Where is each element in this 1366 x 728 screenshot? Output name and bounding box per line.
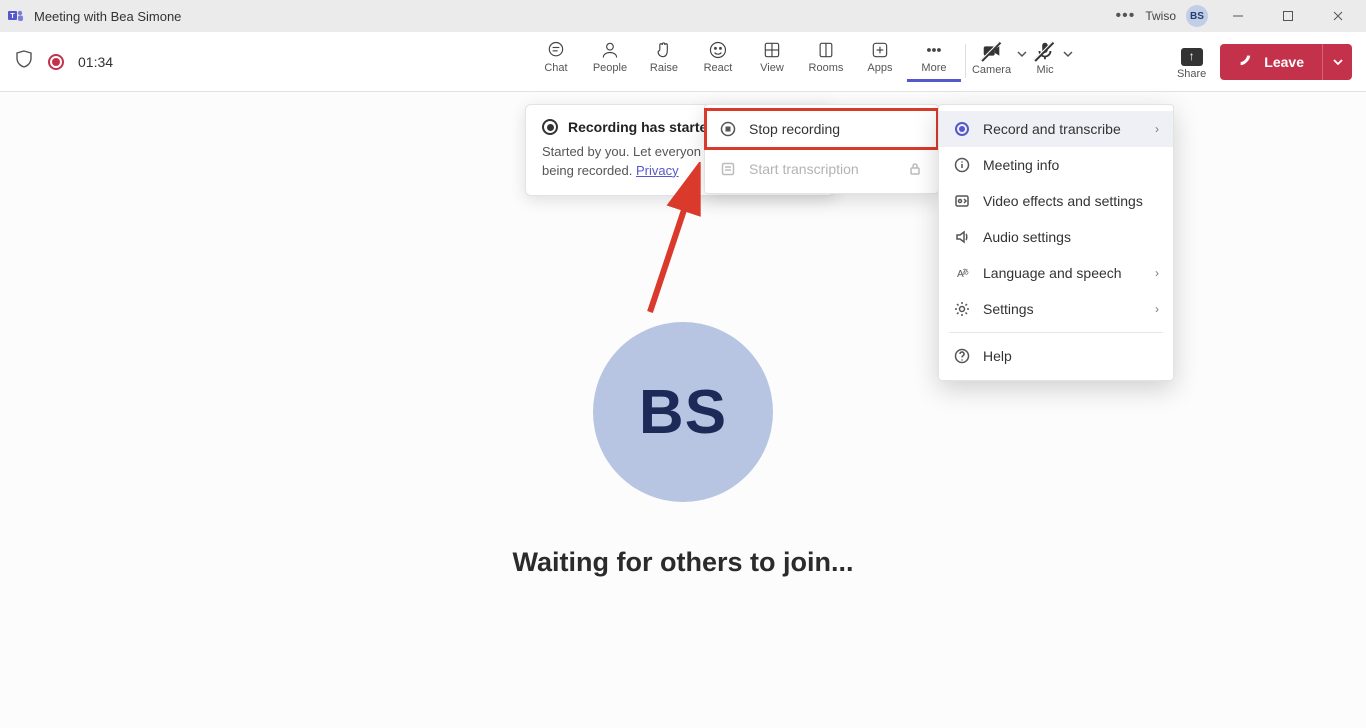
title-bar: T Meeting with Bea Simone ••• Twiso BS [0,0,1366,32]
recording-indicator-icon[interactable] [48,54,64,70]
titlebar-more-icon[interactable]: ••• [1116,7,1136,25]
camera-off-icon [980,40,1004,62]
emoji-icon [708,40,728,60]
audio-icon [953,228,971,246]
leave-button-group: Leave [1220,44,1352,80]
waiting-text: Waiting for others to join... [513,547,854,578]
leave-dropdown[interactable] [1322,44,1352,80]
more-record-transcribe[interactable]: Record and transcribe › [939,111,1173,147]
mic-chevron[interactable] [1057,38,1079,60]
shield-icon[interactable] [14,49,34,74]
stop-icon [719,120,737,138]
mic-button[interactable]: Mic [1033,38,1057,76]
view-grid-icon [762,40,782,60]
language-icon: Aあ [953,264,971,282]
more-language-speech[interactable]: Aあ Language and speech › [939,255,1173,291]
lock-icon [906,160,924,178]
window-title: Meeting with Bea Simone [34,9,181,24]
more-button[interactable]: More [907,38,961,82]
more-help[interactable]: Help [939,338,1173,374]
toolbar-divider [965,44,966,78]
react-button[interactable]: React [691,38,745,74]
gear-icon [953,300,971,318]
view-button[interactable]: View [745,38,799,74]
transcript-icon [719,160,737,178]
meeting-toolbar: 01:34 Chat People Raise React View Rooms [0,32,1366,92]
chat-button[interactable]: Chat [529,38,583,74]
apps-icon [870,40,890,60]
meeting-stage: BS Waiting for others to join... Recordi… [0,92,1366,728]
rooms-icon [816,40,836,60]
chevron-right-icon: › [1155,122,1159,136]
people-button[interactable]: People [583,38,637,74]
meeting-timer: 01:34 [78,54,113,70]
maximize-button[interactable] [1268,2,1308,30]
chevron-right-icon: › [1155,266,1159,280]
more-video-effects[interactable]: Video effects and settings [939,183,1173,219]
rooms-button[interactable]: Rooms [799,38,853,74]
people-icon [600,40,620,60]
record-circle-icon [542,119,558,135]
more-meeting-info[interactable]: Meeting info [939,147,1173,183]
more-menu: Record and transcribe › Meeting info Vid… [938,104,1174,381]
svg-text:T: T [10,13,15,20]
hangup-icon [1238,53,1256,71]
share-button[interactable]: Share [1177,44,1206,80]
more-dots-icon [924,40,944,60]
teams-logo-icon: T [8,8,24,24]
privacy-link[interactable]: Privacy [636,163,679,178]
camera-button[interactable]: Camera [972,38,1011,76]
recording-notice-title: Recording has started [568,119,716,135]
mic-off-icon [1033,40,1057,62]
menu-separator [949,332,1163,333]
participant-avatar: BS [593,322,773,502]
share-screen-icon [1181,48,1203,66]
minimize-button[interactable] [1218,2,1258,30]
chevron-right-icon: › [1155,302,1159,316]
start-transcription-item: Start transcription [705,149,938,189]
signed-in-user: Twiso [1145,9,1176,23]
more-audio-settings[interactable]: Audio settings [939,219,1173,255]
video-effects-icon [953,192,971,210]
raise-button[interactable]: Raise [637,38,691,74]
more-settings[interactable]: Settings › [939,291,1173,327]
record-submenu: Stop recording Start transcription [704,104,939,194]
raise-hand-icon [654,40,674,60]
camera-chevron[interactable] [1011,38,1033,60]
close-button[interactable] [1318,2,1358,30]
stop-recording-item[interactable]: Stop recording [705,109,938,149]
radio-on-icon [953,120,971,138]
apps-button[interactable]: Apps [853,38,907,74]
info-icon [953,156,971,174]
svg-text:あ: あ [962,268,969,276]
avatar[interactable]: BS [1186,5,1208,27]
chat-icon [546,40,566,60]
help-icon [953,347,971,365]
leave-button[interactable]: Leave [1220,44,1322,80]
